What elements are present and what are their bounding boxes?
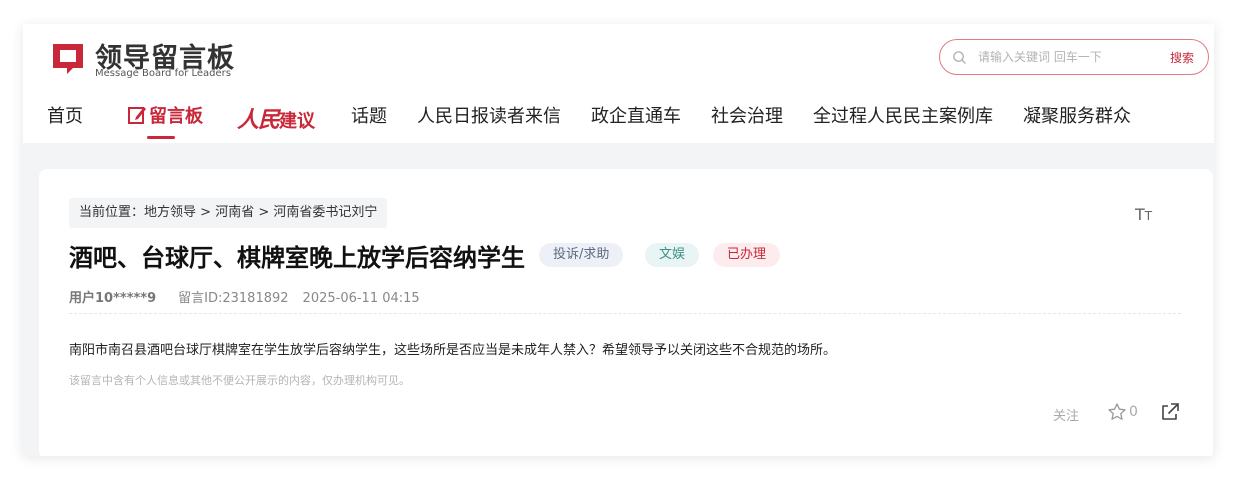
logo-icon [53, 44, 83, 74]
logo-subtitle: Message Board for Leaders [95, 68, 232, 79]
nav-item-enterprise-express[interactable]: 政企直通车 [591, 102, 681, 138]
main-nav: 首页 留言板 人民建议 话题 人民日报读者来信 政企直通车 社会治理 全过程人民… [23, 102, 1214, 139]
breadcrumb-prefix: 当前位置： [79, 205, 145, 220]
like-count: 0 [1129, 403, 1138, 420]
search-button[interactable]: 搜索 [1170, 49, 1194, 66]
page-container: 领导留言板 Message Board for Leaders 搜索 首页 留言… [23, 24, 1214, 456]
header: 领导留言板 Message Board for Leaders 搜索 首页 留言… [23, 24, 1214, 143]
nav-item-democracy-cases[interactable]: 全过程人民民主案例库 [813, 102, 993, 138]
note-edit-icon [128, 107, 146, 124]
breadcrumb-item[interactable]: 河南省 [215, 205, 254, 220]
nav-item-label: 人民日报读者来信 [417, 106, 561, 127]
nav-item-label: 话题 [351, 106, 387, 127]
follow-button[interactable]: 关注 [1053, 405, 1079, 424]
nav-item-message-board[interactable]: 留言板 [127, 102, 203, 139]
search-box: 搜索 [939, 39, 1209, 75]
nav-item-label: 建议 [279, 111, 316, 132]
nav-item-serve-masses[interactable]: 凝聚服务群众 [1023, 102, 1131, 138]
like-button[interactable]: 0 [1107, 401, 1138, 423]
share-icon[interactable] [1159, 401, 1181, 423]
nav-item-label: 留言板 [149, 106, 203, 127]
status-badge: 已办理 [713, 243, 781, 267]
message-title: 酒吧、台球厅、棋牌室晚上放学后容纳学生 [69, 244, 525, 272]
message-id: 留言ID:23181892 [178, 291, 289, 306]
active-tab-indicator [147, 136, 175, 139]
nav-item-social-governance[interactable]: 社会治理 [711, 102, 783, 138]
search-input[interactable] [978, 47, 1158, 67]
nav-item-readers-letters[interactable]: 人民日报读者来信 [417, 102, 561, 138]
breadcrumb-separator: > [196, 205, 216, 220]
search-icon [953, 51, 966, 64]
font-size-toggle-icon[interactable]: TT [1135, 205, 1152, 224]
message-card: 当前位置：地方领导 > 河南省 > 河南省委书记刘宁 TT 酒吧、台球厅、棋牌室… [39, 169, 1213, 456]
breadcrumb-separator: > [254, 205, 274, 220]
tag-domain: 文娱 [645, 243, 700, 267]
message-datetime: 2025-06-11 04:15 [302, 291, 420, 306]
nav-item-label: 首页 [47, 106, 83, 127]
nav-item-renmin-suggestion[interactable]: 人民建议 [237, 102, 315, 138]
author-name: 用户10*****9 [69, 291, 157, 306]
message-body: 南阳市南召县酒吧台球厅棋牌室在学生放学后容纳学生，这些场所是否应当是未成年人禁入… [69, 343, 837, 358]
breadcrumb: 当前位置：地方领导 > 河南省 > 河南省委书记刘宁 [69, 198, 388, 228]
breadcrumb-item[interactable]: 河南省委书记刘宁 [273, 205, 377, 220]
nav-item-home[interactable]: 首页 [47, 102, 83, 138]
renmin-logo-text: 人民 [237, 107, 280, 133]
privacy-note: 该留言中含有个人信息或其他不便公开展示的内容，仅办理机构可见。 [69, 374, 410, 387]
nav-item-label: 全过程人民民主案例库 [813, 106, 993, 127]
message-meta: 用户10*****9 留言ID:23181892 2025-06-11 04:15 [69, 287, 420, 306]
breadcrumb-item[interactable]: 地方领导 [144, 205, 196, 220]
nav-item-label: 政企直通车 [591, 106, 681, 127]
site-logo[interactable]: 领导留言板 Message Board for Leaders [47, 38, 247, 80]
nav-item-label: 社会治理 [711, 106, 783, 127]
nav-item-label: 凝聚服务群众 [1023, 106, 1131, 127]
nav-item-topics[interactable]: 话题 [351, 102, 387, 138]
divider [69, 313, 1181, 314]
tag-category: 投诉/求助 [539, 243, 624, 267]
star-icon [1108, 402, 1126, 420]
